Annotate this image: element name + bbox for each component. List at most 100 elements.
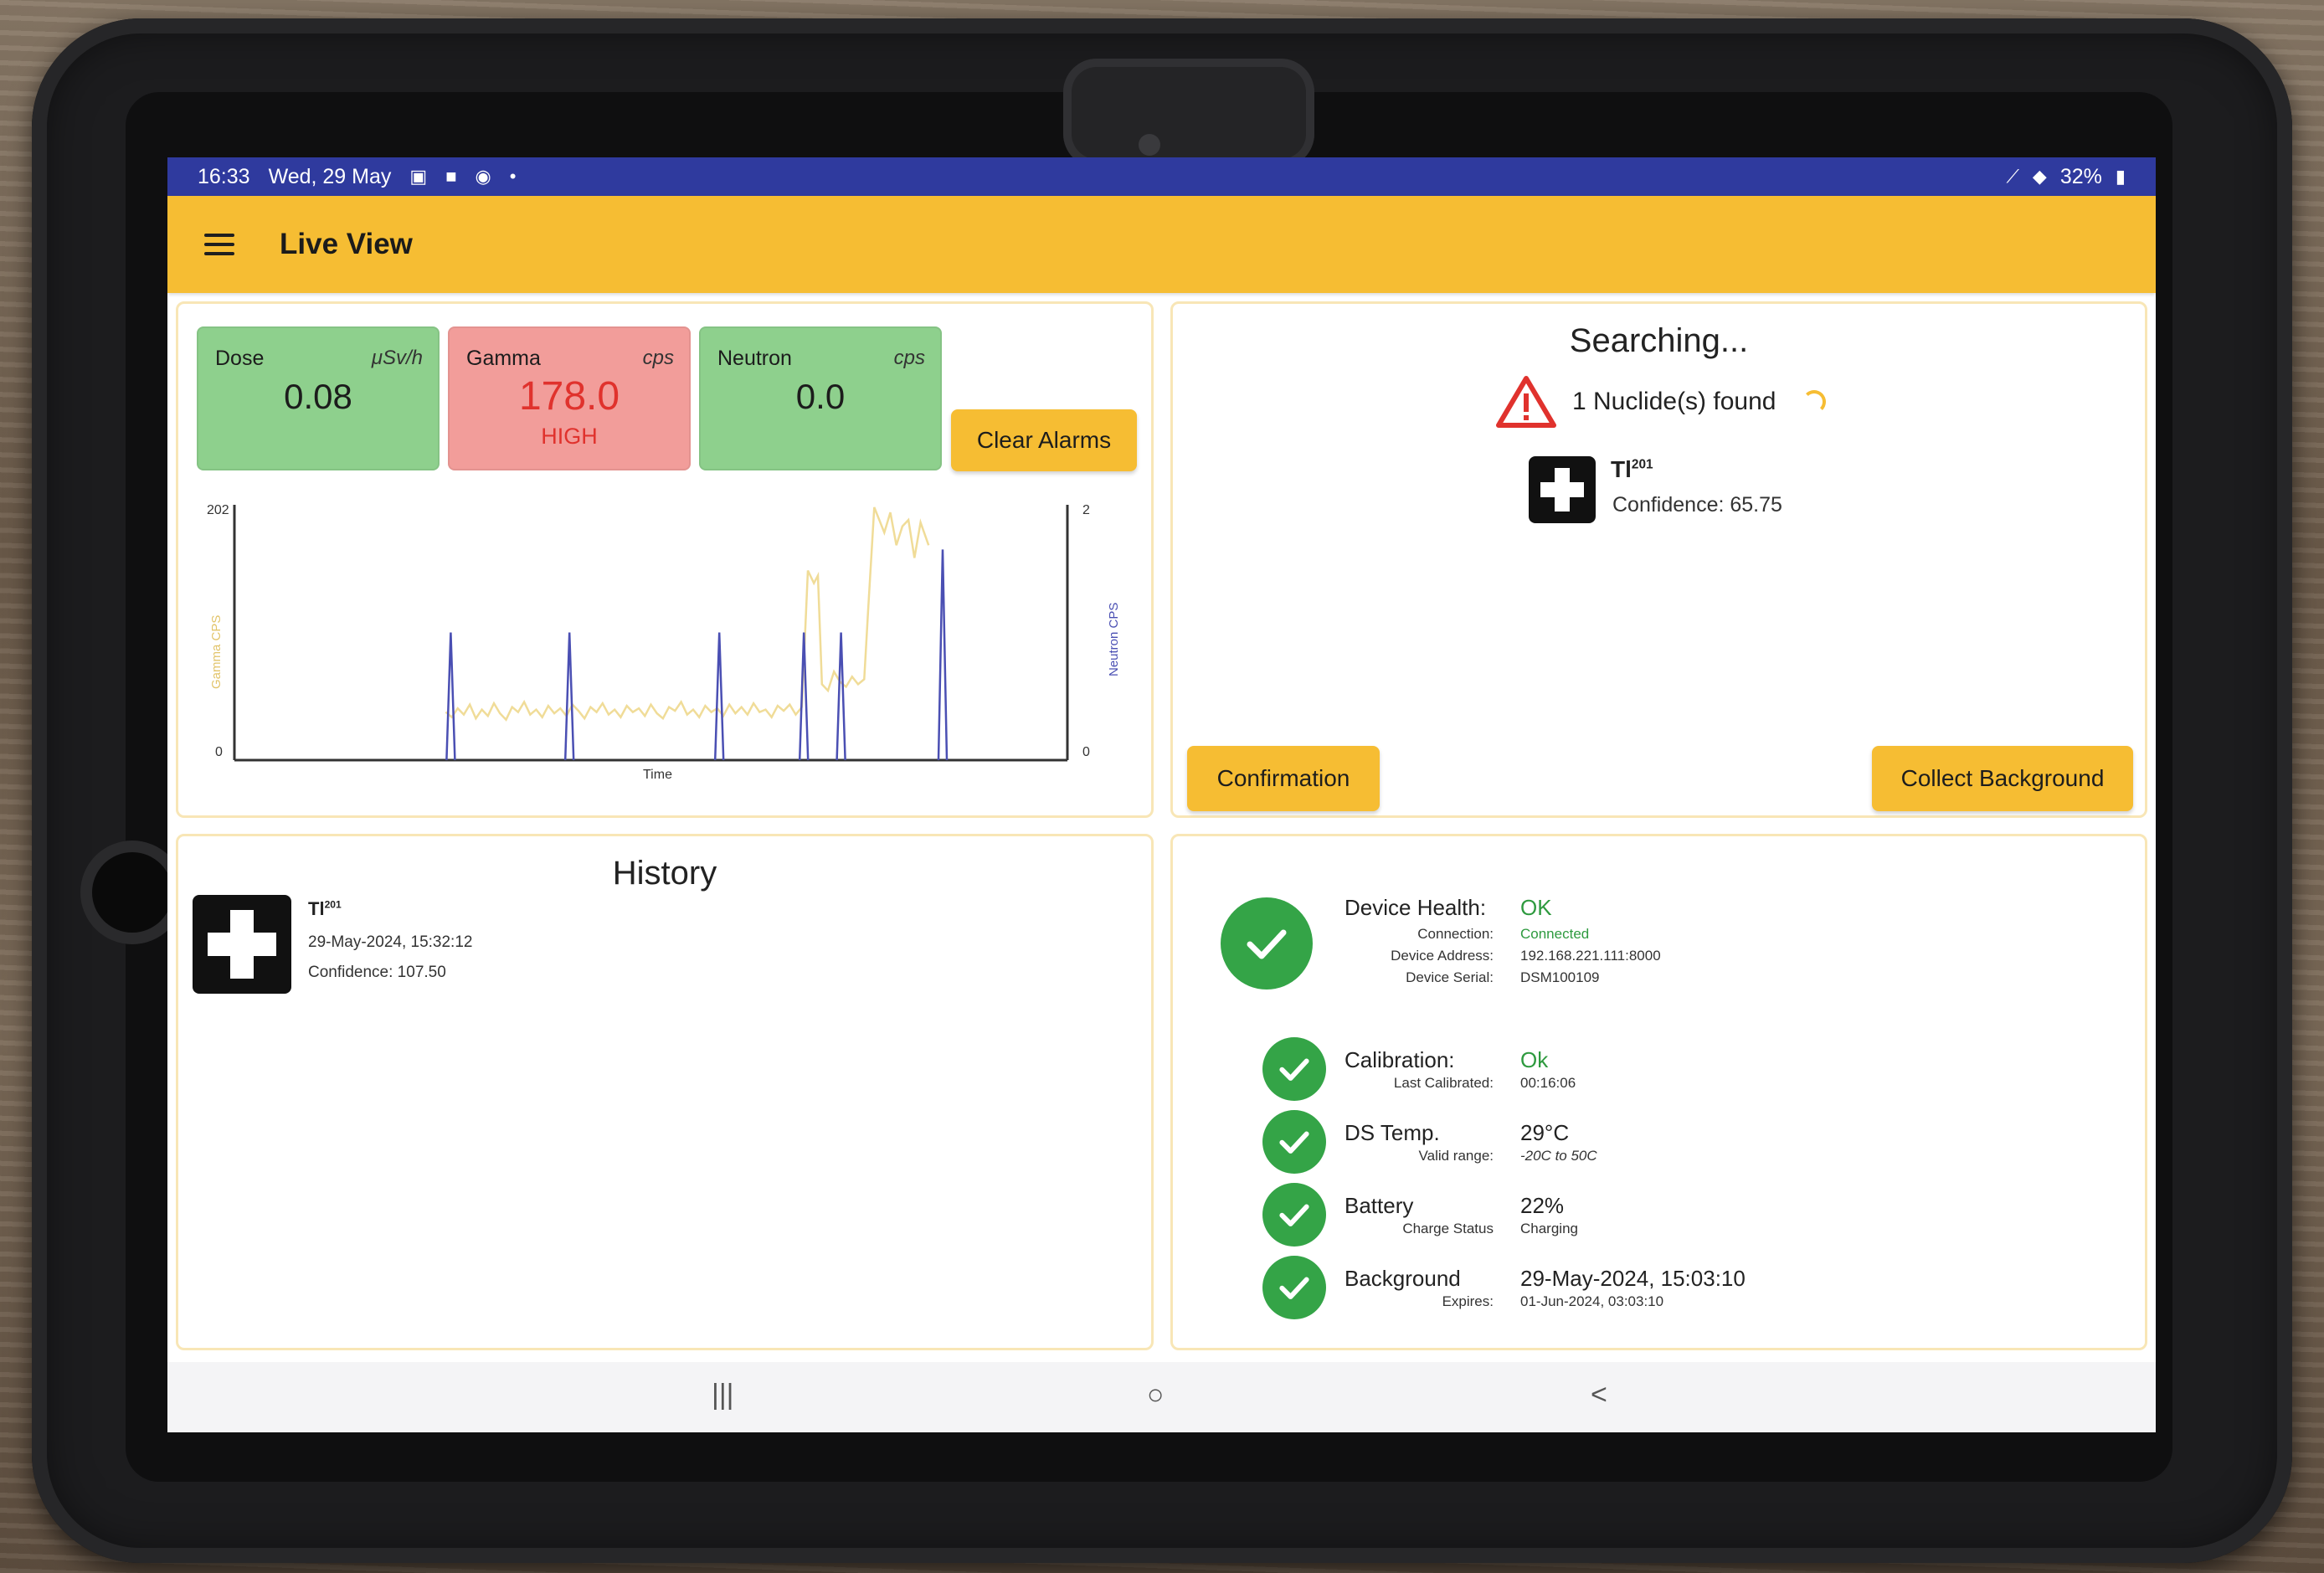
confirmation-button[interactable]: Confirmation [1187,746,1380,811]
tile-label: Neutron [717,347,792,370]
alarm-status: HIGH [541,424,598,449]
tile-label: Dose [215,347,265,370]
sync-icon: ◉ [475,166,491,187]
camera-housing [1063,59,1314,167]
calibration-value: Ok [1520,1047,1549,1072]
last-calibrated-label: Last Calibrated: [1393,1075,1494,1091]
gamma-series [445,506,930,722]
tile-unit: μSv/h [371,347,423,369]
ds-temp-value: 29°C [1520,1120,1570,1145]
x-axis-label: Time [643,768,672,782]
recents-icon[interactable]: ||| [712,1379,734,1411]
battery-label: Battery [1345,1193,1414,1218]
calibration-check-icon [1262,1037,1326,1101]
nuclide-search-card: Searching... 1 Nuclide(s) found Tl201 Co… [1170,301,2147,818]
clear-alarms-button[interactable]: Clear Alarms [951,409,1137,471]
y-left-tick-max: 202 [207,503,229,517]
gamma-tile: Gamma cps 178.0 HIGH [448,326,691,470]
neutron-tile: Neutron cps 0.0 [699,326,942,470]
neutron-spike [937,549,949,761]
medical-cross-icon[interactable] [193,895,291,994]
connection-label: Connection: [1417,926,1494,942]
dot-icon: • [509,166,517,187]
nuclide-mass: 201 [324,898,342,911]
ds-temp-label: DS Temp. [1345,1120,1440,1145]
medical-cross-icon [1529,456,1596,523]
history-timestamp: 29-May-2024, 15:32:12 [308,933,473,951]
y-left-axis-label: Gamma CPS [209,615,224,689]
y-right-axis-label: Neutron CPS [1107,603,1121,676]
tile-value: 178.0 [518,374,620,419]
background-check-icon [1262,1256,1326,1319]
connection-value: Connected [1520,926,1590,942]
battery-icon: ▮ [2115,166,2126,187]
tile-value: 0.0 [795,377,846,416]
expires-label: Expires: [1442,1293,1494,1309]
live-readings-card: Dose μSv/h 0.08 Gamma cps 178.0 HIGH Neu… [176,301,1154,818]
valid-range-value: -20C to 50C [1520,1148,1597,1164]
background-label: Background [1345,1266,1461,1291]
wifi-icon: ◆ [2032,166,2047,187]
tile-unit: cps [642,347,674,369]
collect-background-button[interactable]: Collect Background [1872,746,2133,811]
battery-value: 22% [1520,1193,1565,1218]
gamma-line [445,506,930,722]
nuclides-found-row: 1 Nuclide(s) found [1495,375,1827,429]
history-nuclide-name[interactable]: Tl201 [308,898,342,920]
app-bar: Live View [167,196,2156,293]
status-bar: 16:33 Wed, 29 May ▣ ■ ◉ • ⟋ ◆ 32% ▮ [167,157,2156,196]
gallery-icon: ▣ [409,166,428,187]
neutron-spike [563,632,575,761]
y-left-tick-min: 0 [215,745,223,759]
status-time: 16:33 [198,164,250,188]
device-serial-label: Device Serial: [1406,969,1494,985]
valid-range-label: Valid range: [1418,1148,1494,1164]
neutron-spike [798,632,810,761]
y-right-tick-max: 2 [1082,503,1090,517]
camera-lens [1139,134,1160,156]
case-strap-hole [92,852,172,933]
neutron-spike [836,632,846,761]
detected-nuclide-name: Tl201 [1611,456,1653,483]
temperature-check-icon [1262,1110,1326,1174]
status-date: Wed, 29 May [268,164,392,188]
nuclide-symbol: Tl [308,898,325,919]
background-value: 29-May-2024, 15:03:10 [1520,1266,1746,1291]
history-title: History [612,855,717,892]
page-title: Live View [280,228,413,260]
nuclide-symbol: Tl [1611,456,1632,482]
system-nav-bar: ||| ○ < [167,1362,2156,1432]
last-calibrated-value: 00:16:06 [1520,1075,1576,1091]
search-status-title: Searching... [1569,322,1749,359]
device-address-value: 192.168.221.111:8000 [1520,948,1661,964]
nuclide-mass: 201 [1631,457,1653,472]
device-health-label: Device Health: [1345,895,1487,920]
expires-value: 01-Jun-2024, 03:03:10 [1520,1293,1664,1309]
loading-spinner-icon [1802,390,1827,414]
device-address-label: Device Address: [1391,948,1494,964]
calibration-label: Calibration: [1345,1047,1455,1072]
home-icon[interactable]: ○ [1147,1379,1165,1411]
battery-check-icon [1262,1183,1326,1247]
warning-icon [1496,376,1556,428]
device-health-value: OK [1520,895,1552,920]
detected-nuclide-confidence: Confidence: 65.75 [1612,493,1782,517]
tile-unit: cps [893,347,925,369]
charge-status-label: Charge Status [1402,1221,1494,1236]
count-rate-chart: 202 0 2 0 Gamma CPS Neutron CPS Time [187,496,1149,815]
neutron-spike [445,632,456,761]
dose-tile: Dose μSv/h 0.08 [197,326,440,470]
history-card: History Tl201 29-May-2024, 15:32:12 Conf… [176,834,1154,1350]
y-right-tick-min: 0 [1082,745,1090,759]
signal-icon: ⟋ [2006,166,2019,187]
device-serial-value: DSM100109 [1520,969,1600,985]
record-icon: ■ [445,166,457,187]
tile-label: Gamma [466,347,541,370]
history-confidence: Confidence: 107.50 [308,964,446,981]
hamburger-icon[interactable] [204,234,234,255]
status-battery: 32% [2059,164,2102,188]
back-icon[interactable]: < [1591,1379,1607,1411]
tile-value: 0.08 [284,377,352,416]
device-health-check-icon [1221,897,1313,990]
neutron-spike [713,632,725,761]
